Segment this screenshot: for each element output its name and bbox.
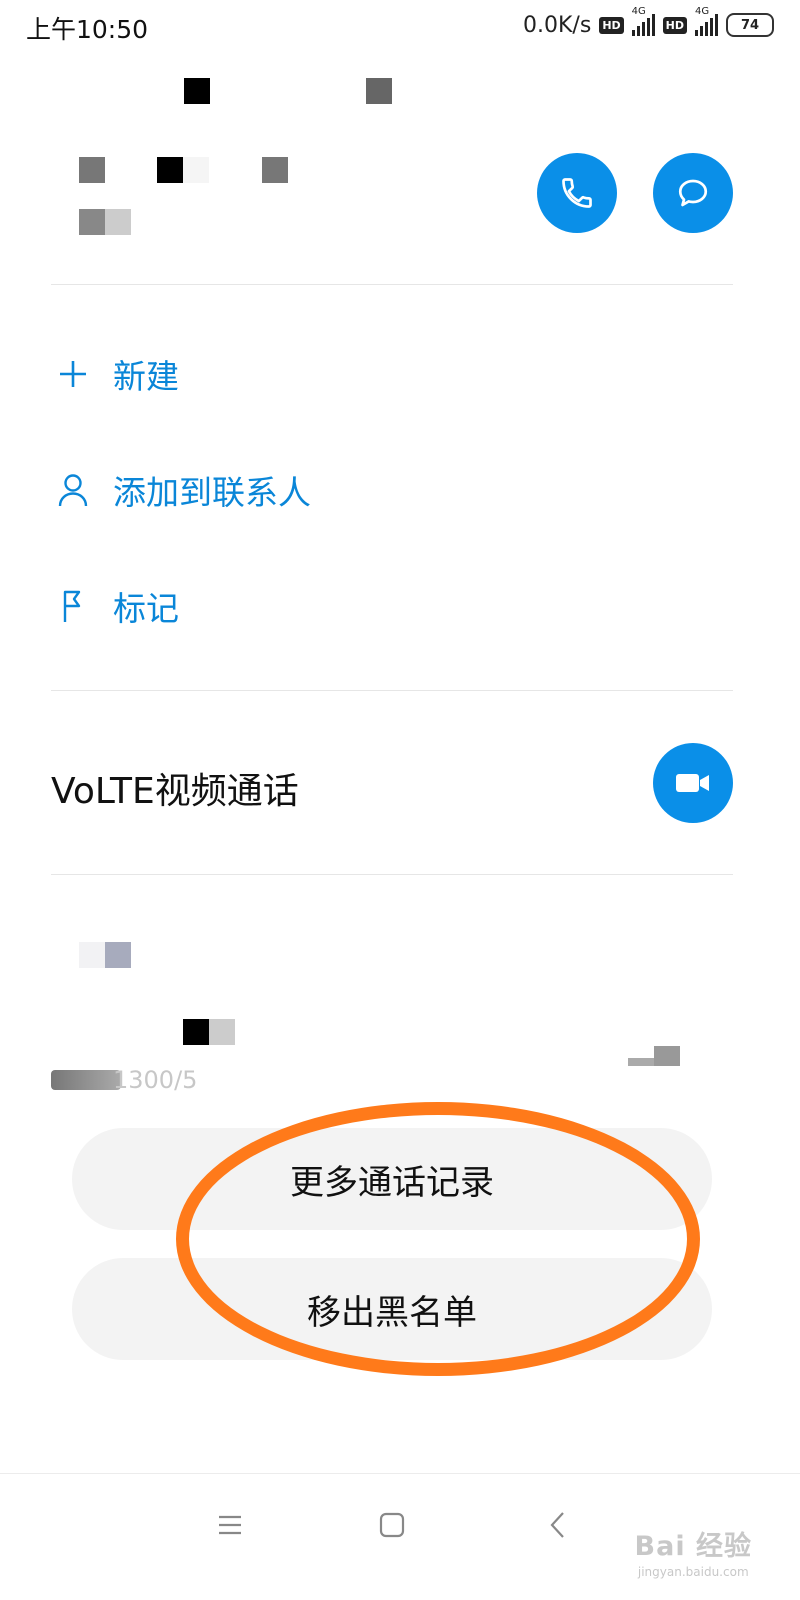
home-button[interactable] (362, 1500, 422, 1550)
flag-icon (55, 586, 91, 626)
message-button[interactable] (653, 153, 733, 233)
navigation-bar: Bai 经验 jingyan.baidu.com (0, 1473, 800, 1600)
more-call-records-button[interactable]: 更多通话记录 (72, 1128, 712, 1230)
new-contact-label: 新建 (113, 357, 179, 396)
baidu-watermark: Bai 经验 jingyan.baidu.com (634, 1531, 752, 1579)
call-log-number: 1300/5 (51, 1066, 221, 1094)
signal-icon: 4G (631, 6, 655, 36)
call-button[interactable] (537, 153, 617, 233)
person-icon (55, 470, 91, 510)
video-call-button[interactable] (653, 743, 733, 823)
home-square-icon (379, 1512, 405, 1538)
hd-badge: HD (599, 16, 624, 34)
status-time: 上午10:50 (26, 15, 149, 44)
remove-from-blacklist-button[interactable]: 移出黑名单 (72, 1258, 712, 1360)
new-contact-item[interactable]: 新建 (55, 350, 179, 398)
more-call-records-label: 更多通话记录 (290, 1162, 494, 1203)
back-button[interactable] (528, 1500, 588, 1550)
plus-icon (55, 354, 91, 394)
hd-badge: HD (662, 16, 687, 34)
volte-video-call-label: VoLTE视频通话 (51, 771, 299, 812)
contact-detail-screen: 上午10:50 0.0K/s HD 4G HD 4G 74 新建 添加到联系人 … (0, 0, 800, 1600)
menu-icon (219, 1515, 241, 1535)
divider (51, 874, 733, 875)
video-camera-icon (676, 774, 709, 792)
divider (51, 284, 733, 285)
divider (51, 690, 733, 691)
mark-label: 标记 (113, 589, 179, 628)
status-bar: 上午10:50 0.0K/s HD 4G HD 4G 74 (0, 0, 800, 48)
remove-from-blacklist-label: 移出黑名单 (307, 1292, 477, 1333)
message-icon (678, 179, 708, 207)
status-icons: 0.0K/s HD 4G HD 4G 74 (523, 6, 774, 40)
network-speed: 0.0K/s (523, 12, 592, 38)
mark-item[interactable]: 标记 (55, 582, 179, 630)
battery-icon: 74 (726, 13, 774, 37)
signal-icon: 4G (695, 6, 718, 36)
add-to-contacts-item[interactable]: 添加到联系人 (55, 466, 311, 514)
back-chevron-icon (550, 1512, 564, 1538)
phone-icon (562, 178, 592, 208)
menu-button[interactable] (200, 1500, 260, 1550)
add-to-contacts-label: 添加到联系人 (113, 473, 311, 512)
